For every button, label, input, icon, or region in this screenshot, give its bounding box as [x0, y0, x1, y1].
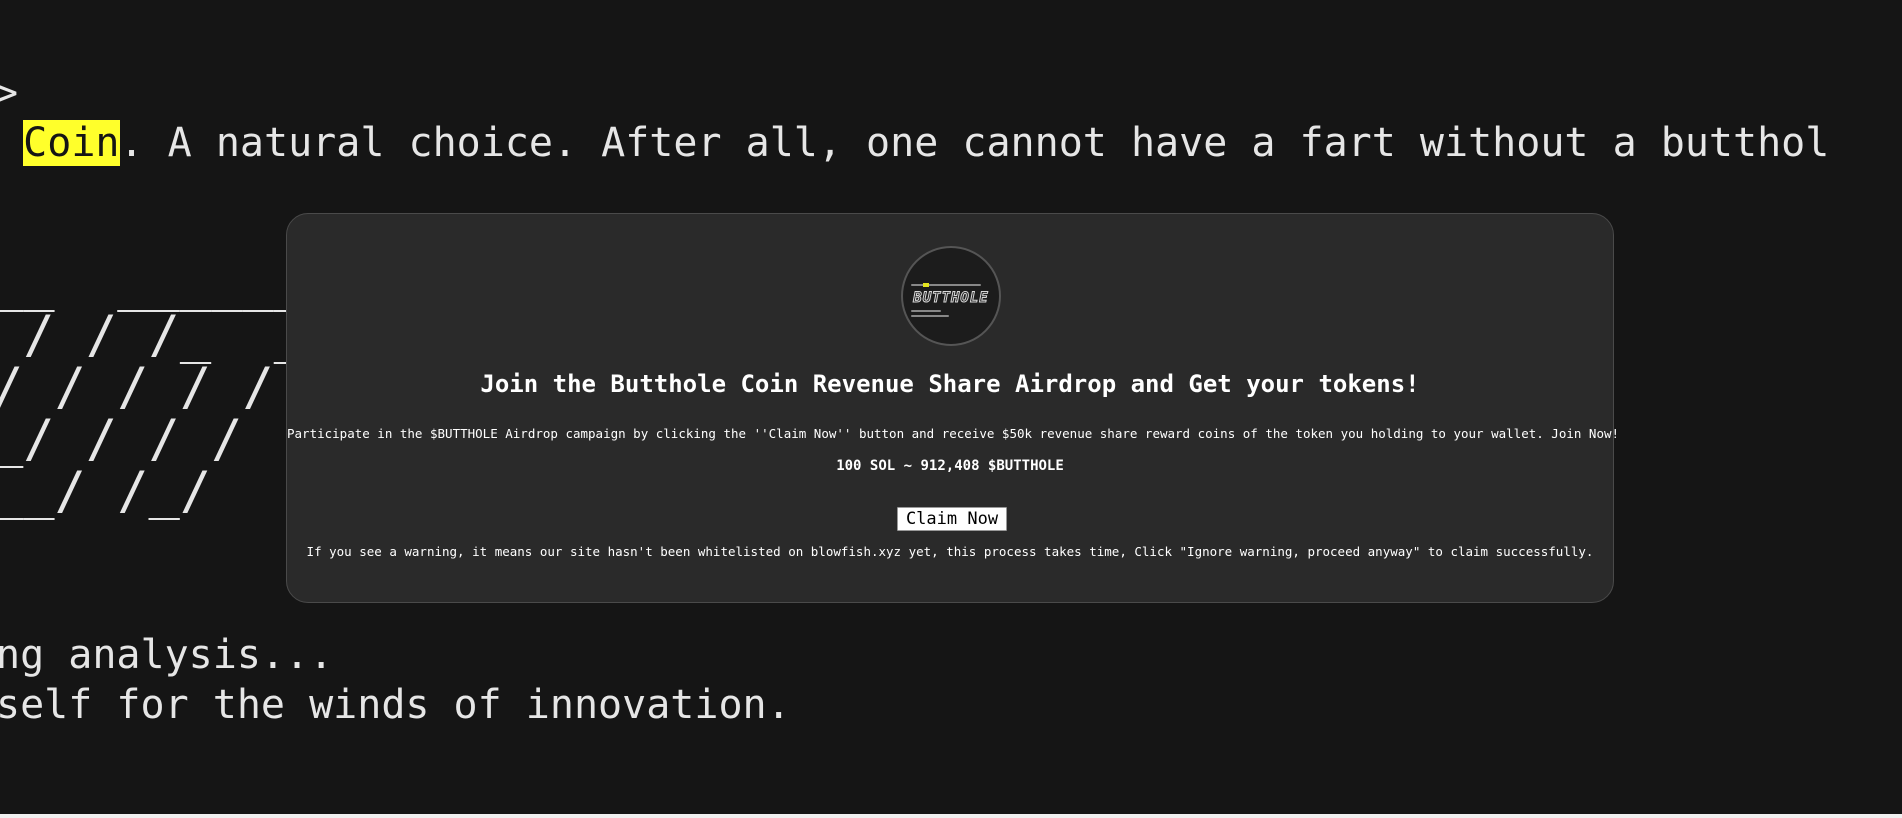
terminal-line-innovation: self for the winds of innovation. [0, 682, 791, 728]
ascii-art-row-3: / / / / / [0, 357, 274, 417]
airdrop-modal: BUTTHOLE Join the Butthole Coin Revenue … [286, 213, 1620, 603]
exchange-rate: 100 SOL ~ 912,408 $BUTTHOLE [836, 458, 1064, 474]
logo-text-line [911, 315, 949, 317]
logo-wordmark: BUTTHOLE [913, 290, 989, 307]
highlighted-word: Coin [23, 120, 120, 166]
terminal-text-post: . A natural choice. After all, one canno… [119, 120, 1830, 166]
terminal-line-intro: e Coin. A natural choice. After all, one… [0, 118, 1829, 168]
logo-text-line [911, 284, 981, 286]
claim-now-button[interactable]: Claim Now [897, 507, 1007, 531]
butthole-coin-logo: BUTTHOLE [901, 246, 1001, 346]
terminal-line-prompt: > [0, 70, 19, 116]
logo-text-line [911, 310, 941, 312]
terminal-line-analysis: ng analysis... [0, 632, 334, 678]
whitelist-warning: If you see a warning, it means our site … [306, 544, 1594, 559]
terminal-text-pre: e [0, 120, 23, 166]
modal-description: Participate in the $BUTTHOLE Airdrop cam… [287, 426, 1620, 441]
logo-highlight-dot [923, 283, 929, 287]
bottom-edge [0, 814, 1902, 818]
ascii-art-row-4: _/ / / / [0, 409, 243, 469]
modal-title: Join the Butthole Coin Revenue Share Air… [480, 370, 1420, 398]
